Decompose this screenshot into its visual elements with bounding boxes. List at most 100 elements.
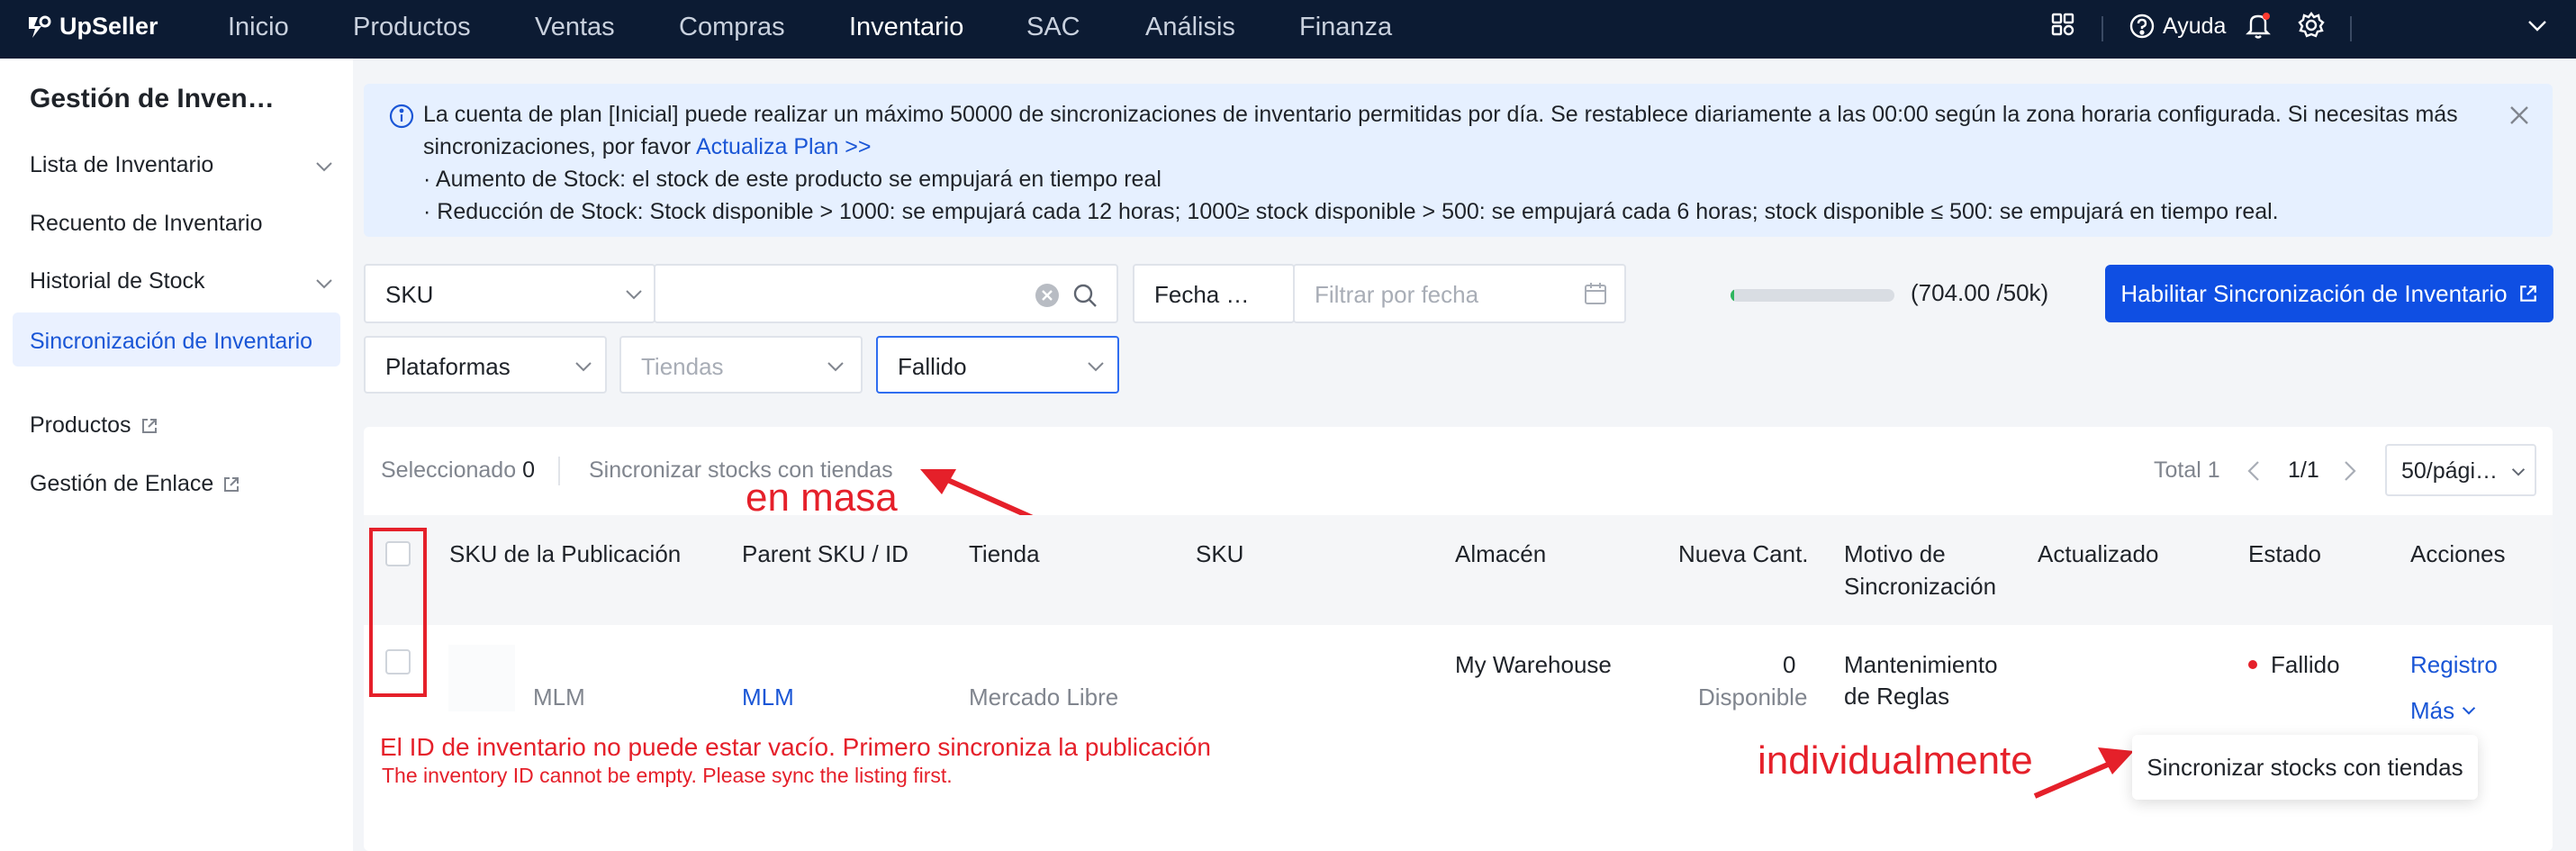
external-link-icon — [224, 476, 240, 492]
platforms-select[interactable]: Plataformas — [364, 336, 607, 394]
more-actions-label: Más — [2410, 697, 2455, 724]
chevron-down-icon — [1088, 362, 1104, 372]
logo-text: UpSeller — [59, 13, 158, 40]
sidebar-item-sincronizacion-de-inventario[interactable]: Sincronización de Inventario — [30, 329, 312, 355]
nav-item-productos[interactable]: Productos — [353, 13, 471, 42]
sync-stocks-menu-item[interactable]: Sincronizar stocks con tiendas — [2132, 735, 2478, 800]
chevron-right-icon[interactable] — [2344, 460, 2356, 482]
chevron-left-icon[interactable] — [2247, 460, 2260, 482]
plan-limit-notice: La cuenta de plan [Inicial] puede realiz… — [364, 84, 2553, 237]
column-header-store: Tienda — [969, 540, 1040, 567]
sidebar-item-productos[interactable]: Productos — [30, 412, 158, 439]
notifications-bell-icon[interactable] — [2245, 11, 2272, 40]
search-icon[interactable] — [1071, 282, 1098, 309]
top-navigation-bar: UpSeller Inicio Productos Ventas Compras… — [0, 0, 2576, 59]
selected-count-value: 0 — [522, 457, 535, 483]
column-header-actions: Acciones — [2410, 540, 2506, 567]
sidebar-item-recuento-de-inventario[interactable]: Recuento de Inventario — [30, 211, 263, 237]
platforms-value: Plataformas — [385, 353, 511, 380]
clear-input-icon[interactable] — [1034, 282, 1061, 309]
external-link-icon — [2519, 285, 2536, 302]
sync-usage-progress-fill — [1731, 289, 1734, 302]
nav-item-finanza[interactable]: Finanza — [1299, 13, 1392, 42]
help-button[interactable]: Ayuda — [2129, 13, 2226, 40]
column-header-updated: Actualizado — [2038, 540, 2159, 567]
date-type-select[interactable]: Fecha … — [1133, 264, 1295, 323]
apps-grid-icon[interactable] — [2049, 11, 2076, 38]
store-value: Mercado Libre — [969, 684, 1119, 711]
more-actions-button[interactable]: Más — [2410, 694, 2476, 727]
enable-inventory-sync-button[interactable]: Habilitar Sincronización de Inventario — [2105, 265, 2553, 322]
stores-placeholder: Tiendas — [641, 353, 724, 380]
nav-item-ventas[interactable]: Ventas — [535, 13, 615, 42]
sidebar-item-gestion-de-enlace[interactable]: Gestión de Enlace — [30, 471, 240, 497]
product-thumbnail — [448, 645, 515, 711]
warehouse-value: My Warehouse — [1455, 651, 1612, 678]
page-size-select[interactable]: 50/pági… — [2385, 444, 2536, 496]
sidebar-item-historial-de-stock[interactable]: Historial de Stock — [30, 268, 205, 294]
sync-reason-line-1: Mantenimiento — [1844, 651, 1998, 678]
chevron-down-icon — [575, 362, 592, 372]
column-header-sync-reason: Motivo de Sincronización — [1844, 540, 1997, 600]
sync-usage-text: (704.00 /50k) — [1911, 279, 2049, 306]
sidebar: Gestión de Inven… Lista de Inventario Re… — [0, 59, 353, 851]
notice-line-1: La cuenta de plan [Inicial] puede realiz… — [423, 102, 2458, 127]
enable-inventory-sync-label: Habilitar Sincronización de Inventario — [2120, 279, 2508, 307]
column-header-sku: SKU — [1196, 540, 1244, 567]
upseller-logo[interactable]: UpSeller — [25, 13, 158, 41]
settings-gear-icon[interactable] — [2297, 11, 2326, 40]
nav-item-sac[interactable]: SAC — [1026, 13, 1080, 42]
page-indicator: 1/1 — [2288, 457, 2319, 483]
sync-usage-progress-bar — [1731, 289, 1894, 302]
column-header-new-qty: Nueva Cant. — [1678, 540, 1809, 567]
search-input[interactable] — [654, 264, 1118, 323]
top-divider-2 — [2350, 16, 2352, 41]
listing-sku-value: MLM — [533, 684, 585, 711]
sync-stocks-menu-label: Sincronizar stocks con tiendas — [2147, 753, 2463, 781]
close-icon[interactable] — [2508, 104, 2530, 126]
search-field-select[interactable]: SKU — [364, 264, 655, 323]
sidebar-item-lista-de-inventario[interactable]: Lista de Inventario — [30, 152, 213, 178]
top-divider — [2101, 16, 2103, 41]
search-field-value: SKU — [385, 281, 434, 308]
error-message-en: The inventory ID cannot be empty. Please… — [382, 764, 953, 787]
date-filter-input[interactable]: Filtrar por fecha — [1293, 264, 1626, 323]
upgrade-plan-link[interactable]: Actualiza Plan >> — [696, 134, 872, 159]
chevron-down-icon[interactable] — [315, 161, 333, 172]
info-icon — [389, 104, 414, 129]
nav-item-compras[interactable]: Compras — [679, 13, 785, 42]
annotation-individual: individualmente — [1758, 738, 2033, 783]
date-filter-placeholder: Filtrar por fecha — [1315, 281, 1479, 308]
annotation-arrow-individual — [2033, 747, 2134, 799]
log-link[interactable]: Registro — [2410, 648, 2498, 681]
selected-count: Seleccionado 0 — [381, 457, 535, 484]
stores-select[interactable]: Tiendas — [619, 336, 863, 394]
notice-line-2: sincronizaciones, por favor Actualiza Pl… — [423, 134, 872, 160]
status-value: Fallido — [2271, 651, 2340, 678]
status-select[interactable]: Fallido — [876, 336, 1119, 394]
selected-label: Seleccionado — [381, 457, 517, 483]
column-header-warehouse: Almacén — [1455, 540, 1547, 567]
toolbar-divider — [558, 457, 560, 485]
page-size-value: 50/pági… — [2401, 458, 2499, 484]
nav-item-analisis[interactable]: Análisis — [1145, 13, 1235, 42]
notice-line-3: · Aumento de Stock: el stock de este pro… — [423, 167, 1161, 192]
total-count: Total 1 — [2154, 457, 2220, 483]
checkbox-highlight-box — [369, 528, 427, 697]
calendar-icon — [1585, 283, 1606, 304]
sync-reason-line-2: de Reglas — [1844, 683, 1950, 710]
help-label: Ayuda — [2163, 13, 2227, 39]
date-type-value: Fecha … — [1154, 281, 1250, 308]
parent-sku-link[interactable]: MLM — [742, 681, 794, 713]
nav-item-inicio[interactable]: Inicio — [228, 13, 289, 42]
account-menu-chevron-icon[interactable] — [2527, 20, 2547, 32]
help-icon — [2129, 14, 2155, 39]
status-dot — [2248, 660, 2257, 669]
new-qty-label: Disponible — [1698, 684, 1808, 711]
sidebar-title: Gestión de Inven… — [30, 84, 275, 113]
chevron-down-icon — [2462, 707, 2476, 715]
status-value: Fallido — [898, 353, 967, 380]
chevron-down-icon[interactable] — [315, 278, 333, 289]
external-link-icon — [141, 418, 157, 433]
nav-item-inventario[interactable]: Inventario — [849, 13, 963, 42]
